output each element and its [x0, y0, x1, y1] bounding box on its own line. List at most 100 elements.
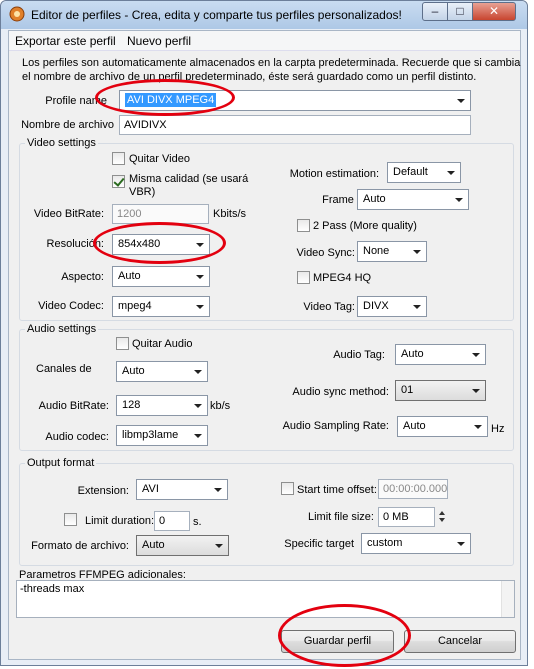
- video-sync-value: None: [363, 245, 390, 257]
- video-codec-combo[interactable]: mpeg4: [112, 296, 210, 317]
- limit-file-size-spinner[interactable]: [437, 507, 449, 527]
- menu-bar: Exportar este perfil Nuevo perfil: [9, 31, 520, 51]
- menu-export-profile[interactable]: Exportar este perfil: [15, 34, 116, 48]
- audio-settings-title: Audio settings: [25, 323, 99, 335]
- frame-rate-value: Auto: [363, 193, 386, 205]
- chevron-down-icon: [447, 171, 455, 175]
- audio-bitrate-combo[interactable]: 128: [116, 395, 208, 416]
- quit-audio-checkbox[interactable]: [116, 337, 129, 350]
- video-bitrate-label: Video BitRate:: [33, 208, 104, 220]
- dialog-client-area: Exportar este perfil Nuevo perfil Los pe…: [8, 30, 521, 660]
- ffmpeg-params-textarea[interactable]: -threads max: [16, 580, 515, 618]
- audio-sync-value: 01: [401, 384, 414, 396]
- save-profile-button[interactable]: Guardar perfil: [281, 630, 394, 653]
- chevron-down-icon: [455, 198, 463, 202]
- start-offset-checkbox[interactable]: [281, 482, 294, 495]
- filename-label: Nombre de archivo: [21, 119, 114, 131]
- limit-file-size-input[interactable]: 0 MB: [378, 507, 435, 527]
- same-quality-label-1: Misma calidad (se usará: [129, 173, 249, 185]
- extension-label: Extension:: [77, 485, 129, 497]
- audio-codec-label: Audio codec:: [45, 431, 109, 443]
- resolution-value: 854x480: [118, 238, 161, 250]
- ffmpeg-params-value: -threads max: [20, 583, 85, 595]
- quit-audio-label: Quitar Audio: [132, 338, 193, 350]
- motion-estimation-combo[interactable]: Default: [387, 162, 461, 183]
- chevron-down-icon: [194, 370, 202, 374]
- limit-file-size-label: Limit file size:: [307, 511, 374, 523]
- audio-sampling-label: Audio Sampling Rate:: [282, 420, 389, 432]
- ffmpeg-params-scrollbar[interactable]: [501, 581, 514, 617]
- maximize-button[interactable]: □: [447, 2, 473, 21]
- spin-down-icon: [439, 518, 445, 522]
- audio-tag-value: Auto: [401, 348, 424, 360]
- video-sync-label: Video Sync:: [296, 247, 355, 259]
- aspect-combo[interactable]: Auto: [112, 266, 210, 287]
- file-format-combo[interactable]: Auto: [136, 535, 229, 556]
- limit-duration-unit: s.: [193, 516, 202, 528]
- motion-estimation-label: Motion estimation:: [289, 168, 379, 180]
- close-button[interactable]: ✕: [472, 2, 516, 21]
- video-tag-label: Video Tag:: [303, 301, 355, 313]
- same-quality-label-2: VBR): [129, 186, 156, 198]
- audio-bitrate-unit: kb/s: [210, 400, 231, 412]
- chevron-down-icon: [413, 305, 421, 309]
- motion-estimation-value: Default: [393, 166, 428, 178]
- limit-duration-input[interactable]: 0: [154, 511, 190, 531]
- filename-input[interactable]: AVIDIVX: [119, 115, 471, 135]
- start-offset-input[interactable]: 00:00:00.000: [378, 479, 448, 499]
- audio-sampling-value: Auto: [403, 420, 426, 432]
- audio-bitrate-label: Audio BitRate:: [38, 400, 109, 412]
- file-format-value: Auto: [142, 539, 165, 551]
- specific-target-combo[interactable]: custom: [361, 533, 471, 554]
- mpeg4-hq-label: MPEG4 HQ: [313, 272, 372, 284]
- aspect-label: Aspecto:: [61, 271, 104, 283]
- cancel-button[interactable]: Cancelar: [404, 630, 516, 653]
- info-text-line-1: Los perfiles son automaticamente almacen…: [22, 57, 521, 69]
- profile-name-combo[interactable]: AVI DIVX MPEG4: [119, 90, 471, 111]
- profile-name-label: Profile name: [45, 95, 107, 107]
- audio-channels-label: Canales de: [36, 363, 92, 375]
- two-pass-label: 2 Pass (More quality): [313, 220, 417, 232]
- quit-video-checkbox[interactable]: [112, 152, 125, 165]
- frame-rate-combo[interactable]: Auto: [357, 189, 469, 210]
- minimize-button[interactable]: –: [422, 2, 448, 21]
- limit-duration-label: Limit duration:: [85, 515, 155, 527]
- profile-editor-window: Editor de perfiles - Crea, edita y compa…: [0, 0, 528, 666]
- audio-sync-combo[interactable]: 01: [395, 380, 486, 401]
- extension-value: AVI: [142, 483, 159, 495]
- output-format-title: Output format: [25, 457, 97, 469]
- audio-codec-combo[interactable]: libmp3lame: [116, 425, 208, 446]
- chevron-down-icon: [472, 389, 480, 393]
- video-codec-value: mpeg4: [118, 300, 152, 312]
- chevron-down-icon: [457, 99, 465, 103]
- video-tag-value: DIVX: [363, 300, 389, 312]
- window-title: Editor de perfiles - Crea, edita y compa…: [31, 8, 402, 22]
- chevron-down-icon: [413, 250, 421, 254]
- video-bitrate-input[interactable]: 1200: [112, 204, 209, 224]
- two-pass-checkbox[interactable]: [297, 219, 310, 232]
- mpeg4-hq-checkbox[interactable]: [297, 271, 310, 284]
- same-quality-checkbox[interactable]: [112, 175, 125, 188]
- spin-up-icon: [439, 511, 445, 515]
- chevron-down-icon: [215, 544, 223, 548]
- info-text-line-2: el nombre de archivo de un perfil predet…: [22, 71, 477, 83]
- chevron-down-icon: [194, 404, 202, 408]
- chevron-down-icon: [194, 434, 202, 438]
- chevron-down-icon: [214, 488, 222, 492]
- video-sync-combo[interactable]: None: [357, 241, 427, 262]
- menu-new-profile[interactable]: Nuevo perfil: [127, 34, 191, 48]
- audio-channels-combo[interactable]: Auto: [116, 361, 208, 382]
- aspect-value: Auto: [118, 270, 141, 282]
- audio-sampling-combo[interactable]: Auto: [397, 416, 488, 437]
- extension-combo[interactable]: AVI: [136, 479, 228, 500]
- title-bar[interactable]: Editor de perfiles - Crea, edita y compa…: [1, 1, 527, 29]
- profile-name-value: AVI DIVX MPEG4: [125, 93, 217, 107]
- resolution-combo[interactable]: 854x480: [112, 234, 210, 255]
- chevron-down-icon: [457, 542, 465, 546]
- chevron-down-icon: [196, 275, 204, 279]
- limit-duration-checkbox[interactable]: [64, 513, 77, 526]
- video-tag-combo[interactable]: DIVX: [357, 296, 427, 317]
- audio-tag-combo[interactable]: Auto: [395, 344, 486, 365]
- chevron-down-icon: [474, 425, 482, 429]
- specific-target-label: Specific target: [284, 538, 354, 550]
